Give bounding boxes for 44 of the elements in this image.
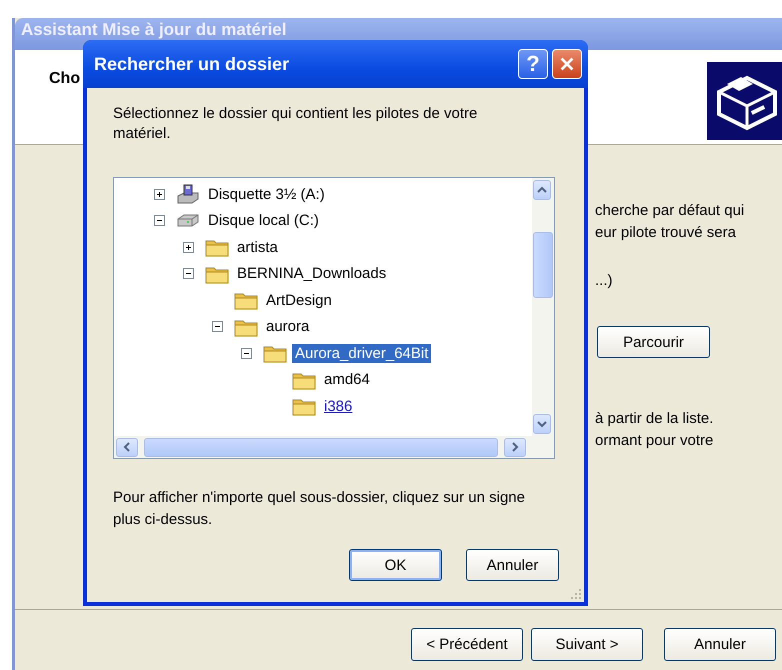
expander-icon[interactable] — [183, 242, 194, 253]
instruction-text: eur pilote trouvé sera — [595, 223, 737, 243]
scroll-left-icon[interactable] — [116, 438, 138, 456]
browse-button[interactable]: Parcourir — [597, 326, 710, 358]
expander-icon[interactable] — [212, 321, 223, 332]
instruction-text: ...) — [595, 271, 614, 291]
scrollbar-thumb[interactable] — [533, 232, 553, 298]
folder-label[interactable]: BERNINA_Downloads — [234, 264, 390, 284]
dialog-button[interactable]: OK — [349, 549, 442, 581]
dialog-button[interactable]: Annuler — [466, 549, 559, 581]
instruction-text: ormant pour votre — [595, 431, 714, 451]
instruction-text: à partir de la liste. — [595, 409, 714, 429]
wizard-button[interactable]: Suivant > — [531, 628, 643, 660]
wizard-heading: Cho — [49, 70, 80, 88]
scrollbar-thumb[interactable] — [144, 438, 498, 456]
folder-label[interactable]: Aurora_driver_64Bit — [292, 344, 432, 363]
expander-icon[interactable] — [241, 348, 252, 359]
folder-label[interactable]: Disque local (C:) — [205, 211, 322, 230]
expander-icon[interactable] — [154, 188, 165, 200]
expander-icon[interactable] — [154, 215, 165, 226]
expander-icon[interactable] — [183, 268, 194, 280]
instruction-text: cherche par défaut qui — [595, 201, 746, 221]
hint-text: Pour afficher n'importe quel sous-dossier, cliquez sur un signe plus ci-dessus. — [113, 488, 526, 530]
floppy-drive-icon — [176, 184, 200, 204]
help-button[interactable]: ? — [518, 49, 548, 79]
wizard-button[interactable]: < Précédent — [411, 628, 523, 660]
dialog-title: Rechercher un dossier — [94, 54, 290, 74]
close-icon[interactable] — [558, 55, 576, 73]
folder-label[interactable]: aurora — [263, 317, 312, 336]
folder-label[interactable]: amd64 — [321, 370, 373, 390]
folder-label[interactable]: artista — [234, 238, 281, 257]
close-button[interactable] — [552, 49, 582, 79]
scroll-down-icon[interactable] — [533, 414, 551, 434]
wizard-button[interactable]: Annuler — [664, 628, 776, 660]
wizard-title: Assistant Mise à jour du matériel — [21, 20, 286, 40]
folder-label[interactable]: i386 — [321, 396, 356, 416]
resize-grip-icon[interactable] — [570, 588, 582, 600]
prompt-text: Sélectionnez le dossier qui contient les pilotes de votre matériel. — [113, 104, 478, 144]
horizontal-scrollbar[interactable] — [114, 436, 554, 458]
folder-label[interactable]: ArtDesign — [263, 290, 335, 310]
scroll-right-icon[interactable] — [504, 438, 526, 456]
folder-label[interactable]: Disquette 3½ (A:) — [205, 184, 328, 204]
vertical-scrollbar[interactable] — [532, 178, 554, 436]
scroll-up-icon[interactable] — [533, 180, 551, 200]
